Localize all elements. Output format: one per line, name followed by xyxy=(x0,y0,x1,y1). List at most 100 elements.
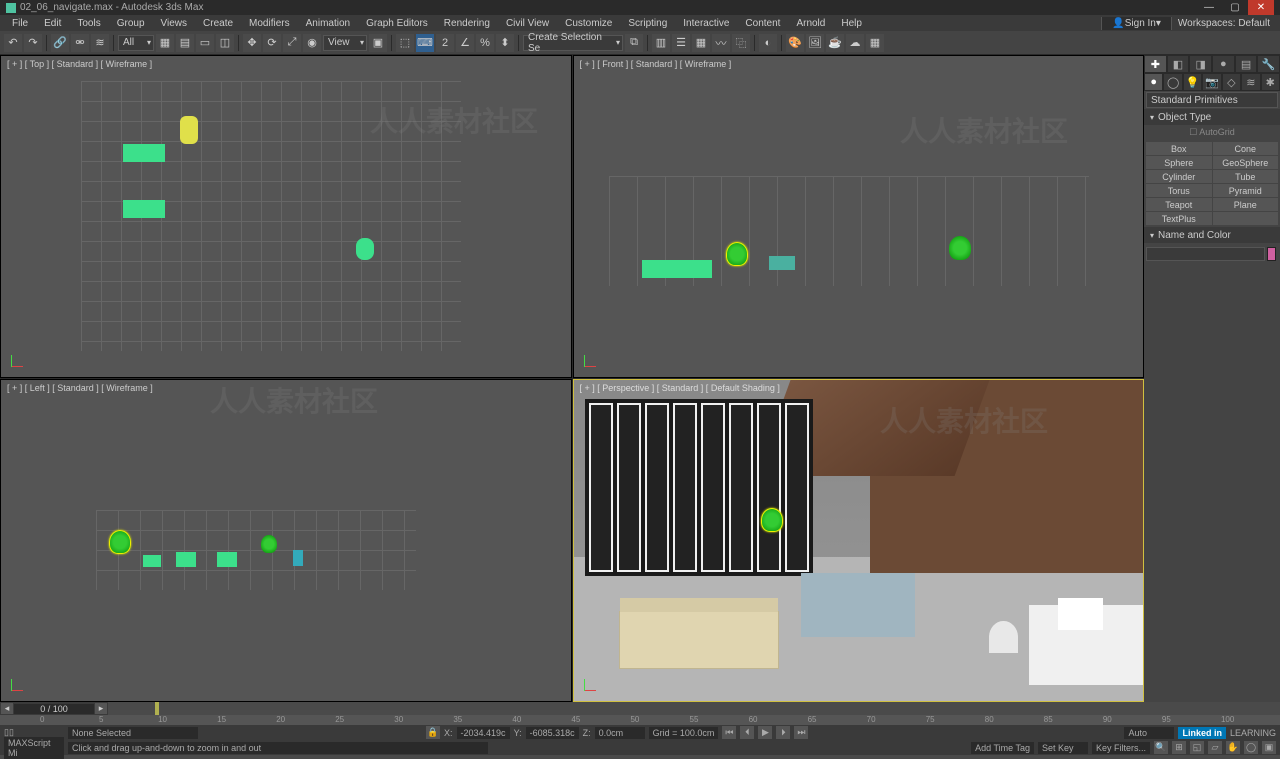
plane-button[interactable]: Plane xyxy=(1213,198,1279,211)
pyramid-button[interactable]: Pyramid xyxy=(1213,184,1279,197)
time-prev[interactable]: ◂ xyxy=(1,703,13,714)
named-selection-dropdown[interactable]: Create Selection Se xyxy=(523,35,623,51)
viewport-label[interactable]: [ + ] [ Front ] [ Standard ] [ Wireframe… xyxy=(580,59,732,69)
plant-object[interactable] xyxy=(949,236,971,260)
sign-in-button[interactable]: 👤 Sign In ▾ xyxy=(1101,17,1172,30)
object-type-rollout[interactable]: Object Type xyxy=(1144,109,1280,125)
maxscript-mini[interactable]: MAXScript Mi xyxy=(4,737,64,759)
time-marker[interactable] xyxy=(155,702,159,715)
placement-button[interactable]: ◉ xyxy=(303,34,321,52)
menu-arnold[interactable]: Arnold xyxy=(788,15,833,31)
unlink-button[interactable]: ⚮ xyxy=(71,34,89,52)
fov-icon[interactable]: ▱ xyxy=(1208,741,1222,754)
box-button[interactable]: Box xyxy=(1146,142,1212,155)
window-crossing-button[interactable]: ◫ xyxy=(216,34,234,52)
prev-frame-button[interactable]: ⏴ xyxy=(740,726,754,739)
spinner-snap-button[interactable]: ⬍ xyxy=(496,34,514,52)
menu-edit[interactable]: Edit xyxy=(36,15,69,31)
geosphere-button[interactable]: GeoSphere xyxy=(1213,156,1279,169)
ref-coord-dropdown[interactable]: View xyxy=(323,35,367,51)
plant-object[interactable] xyxy=(761,508,783,532)
selection-filter-dropdown[interactable]: All xyxy=(118,35,154,51)
utilities-tab[interactable]: 🔧 xyxy=(1257,55,1280,73)
cameras-tab[interactable]: 📷 xyxy=(1202,73,1221,91)
viewport-label[interactable]: [ + ] [ Perspective ] [ Standard ] [ Def… xyxy=(580,383,780,393)
viewport-left[interactable]: [ + ] [ Left ] [ Standard ] [ Wireframe … xyxy=(0,379,572,702)
menu-views[interactable]: Views xyxy=(153,15,196,31)
menu-rendering[interactable]: Rendering xyxy=(436,15,498,31)
menu-interactive[interactable]: Interactive xyxy=(675,15,737,31)
menu-create[interactable]: Create xyxy=(195,15,241,31)
zoom-all-icon[interactable]: ⊞ xyxy=(1172,741,1186,754)
lock-icon[interactable]: 🔒 xyxy=(426,726,440,739)
torus-button[interactable]: Torus xyxy=(1146,184,1212,197)
name-color-rollout[interactable]: Name and Color xyxy=(1144,227,1280,243)
render-online-button[interactable]: ☁ xyxy=(846,34,864,52)
rect-select-button[interactable]: ▭ xyxy=(196,34,214,52)
add-time-tag[interactable]: Add Time Tag xyxy=(971,742,1034,754)
geometry-tab[interactable]: ● xyxy=(1144,73,1163,91)
systems-tab[interactable]: ✱ xyxy=(1261,73,1280,91)
maximize-button[interactable]: ▢ xyxy=(1222,0,1248,15)
render-setup-button[interactable]: 🎨 xyxy=(786,34,804,52)
textplus-button[interactable]: TextPlus xyxy=(1146,212,1212,225)
play-button[interactable]: ▶ xyxy=(758,726,772,739)
object-name-input[interactable] xyxy=(1146,247,1265,261)
menu-civil-view[interactable]: Civil View xyxy=(498,15,557,31)
curve-editor-button[interactable]: 〰 xyxy=(712,34,730,52)
cylinder-button[interactable]: Cylinder xyxy=(1146,170,1212,183)
material-editor-button[interactable]: ◐ xyxy=(759,34,777,52)
next-frame-button[interactable]: ⏵ xyxy=(776,726,790,739)
align-button[interactable]: ▥ xyxy=(652,34,670,52)
menu-content[interactable]: Content xyxy=(737,15,788,31)
snap-percent-button[interactable]: % xyxy=(476,34,494,52)
teapot-button[interactable]: Teapot xyxy=(1146,198,1212,211)
render-frame-button[interactable]: 🖼 xyxy=(806,34,824,52)
menu-graph-editors[interactable]: Graph Editors xyxy=(358,15,436,31)
menu-scripting[interactable]: Scripting xyxy=(620,15,675,31)
menu-help[interactable]: Help xyxy=(833,15,870,31)
motion-tab[interactable]: ● xyxy=(1212,55,1235,73)
goto-start-button[interactable]: ⏮ xyxy=(722,726,736,739)
redo-button[interactable]: ↷ xyxy=(24,34,42,52)
y-value[interactable]: -6085.318c xyxy=(526,727,579,739)
x-value[interactable]: -2034.419c xyxy=(457,727,510,739)
move-button[interactable]: ✥ xyxy=(243,34,261,52)
lights-tab[interactable]: 💡 xyxy=(1183,73,1202,91)
object-color-swatch[interactable] xyxy=(1267,247,1276,261)
menu-tools[interactable]: Tools xyxy=(69,15,108,31)
select-name-button[interactable]: ▤ xyxy=(176,34,194,52)
plant-object[interactable] xyxy=(261,535,277,553)
link-button[interactable]: 🔗 xyxy=(51,34,69,52)
goto-end-button[interactable]: ⏭ xyxy=(794,726,808,739)
time-ruler[interactable]: 0510152025303540455055606570758085909510… xyxy=(0,715,1280,725)
bind-button[interactable]: ≋ xyxy=(91,34,109,52)
primitives-dropdown[interactable]: Standard Primitives xyxy=(1146,92,1278,108)
viewport-label[interactable]: [ + ] [ Left ] [ Standard ] [ Wireframe … xyxy=(7,383,153,393)
minimize-button[interactable]: — xyxy=(1196,0,1222,15)
create-tab[interactable]: ✚ xyxy=(1144,55,1167,73)
maximize-vp-icon[interactable]: ▣ xyxy=(1262,741,1276,754)
menu-group[interactable]: Group xyxy=(109,15,153,31)
viewport-top[interactable]: [ + ] [ Top ] [ Standard ] [ Wireframe ] xyxy=(0,55,572,378)
viewport-label[interactable]: [ + ] [ Top ] [ Standard ] [ Wireframe ] xyxy=(7,59,152,69)
z-value[interactable]: 0.0cm xyxy=(595,727,645,739)
menu-file[interactable]: File xyxy=(4,15,36,31)
time-next[interactable]: ▸ xyxy=(95,703,107,714)
pan-icon[interactable]: ✋ xyxy=(1226,741,1240,754)
zoom-extents-icon[interactable]: ◱ xyxy=(1190,741,1204,754)
render-last-button[interactable]: ▦ xyxy=(866,34,884,52)
autogrid-checkbox[interactable]: ☐ AutoGrid xyxy=(1144,125,1280,140)
sphere-button[interactable]: Sphere xyxy=(1146,156,1212,169)
schematic-button[interactable]: ⿻ xyxy=(732,34,750,52)
orbit-icon[interactable]: ◯ xyxy=(1244,741,1258,754)
pivot-button[interactable]: ▣ xyxy=(369,34,387,52)
manipulate-button[interactable]: ⬚ xyxy=(396,34,414,52)
key-filters-button[interactable]: Key Filters... xyxy=(1092,742,1150,754)
helpers-tab[interactable]: ◇ xyxy=(1222,73,1241,91)
select-button[interactable]: ▦ xyxy=(156,34,174,52)
modify-tab[interactable]: ◧ xyxy=(1167,55,1190,73)
scale-button[interactable]: ⤢ xyxy=(283,34,301,52)
undo-button[interactable]: ↶ xyxy=(4,34,22,52)
viewport-front[interactable]: [ + ] [ Front ] [ Standard ] [ Wireframe… xyxy=(573,55,1145,378)
